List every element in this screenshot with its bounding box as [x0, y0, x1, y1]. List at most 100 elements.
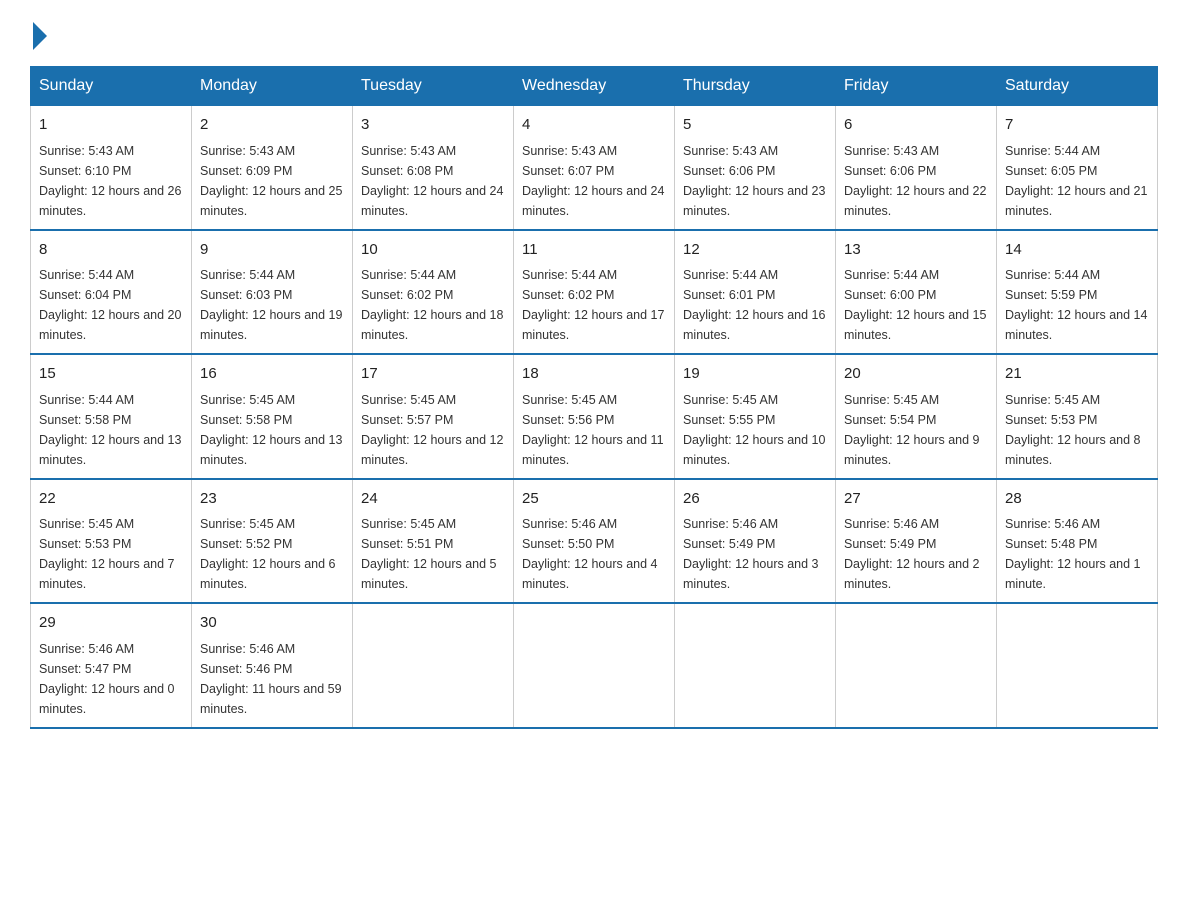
day-number: 11	[522, 239, 666, 262]
table-row: 7 Sunrise: 5:44 AMSunset: 6:05 PMDaylight…	[997, 106, 1158, 230]
day-number: 4	[522, 114, 666, 137]
day-info: Sunrise: 5:43 AMSunset: 6:06 PMDaylight:…	[844, 144, 986, 218]
table-row: 30Sunrise: 5:46 AMSunset: 5:46 PMDayligh…	[192, 603, 353, 728]
day-number: 7	[1005, 114, 1149, 137]
table-row: 17Sunrise: 5:45 AMSunset: 5:57 PMDayligh…	[353, 354, 514, 479]
day-number: 1	[39, 114, 183, 137]
day-info: Sunrise: 5:43 AMSunset: 6:08 PMDaylight:…	[361, 144, 503, 218]
day-number: 10	[361, 239, 505, 262]
day-number: 30	[200, 612, 344, 635]
day-number: 12	[683, 239, 827, 262]
day-info: Sunrise: 5:44 AMSunset: 5:59 PMDaylight:…	[1005, 268, 1147, 342]
day-number: 23	[200, 488, 344, 511]
day-number: 5	[683, 114, 827, 137]
table-row	[675, 603, 836, 728]
day-number: 17	[361, 363, 505, 386]
day-number: 6	[844, 114, 988, 137]
table-row: 27 Sunrise: 5:46 AMSunset: 5:49 PMDayligh…	[836, 479, 997, 604]
table-row: 6 Sunrise: 5:43 AMSunset: 6:06 PMDaylight…	[836, 106, 997, 230]
table-row: 26 Sunrise: 5:46 AMSunset: 5:49 PMDayligh…	[675, 479, 836, 604]
day-info: Sunrise: 5:44 AMSunset: 6:00 PMDaylight:…	[844, 268, 986, 342]
table-row: 22 Sunrise: 5:45 AMSunset: 5:53 PMDayligh…	[31, 479, 192, 604]
day-info: Sunrise: 5:45 AMSunset: 5:53 PMDaylight:…	[39, 517, 175, 591]
day-number: 27	[844, 488, 988, 511]
table-row: 4 Sunrise: 5:43 AMSunset: 6:07 PMDaylight…	[514, 106, 675, 230]
day-info: Sunrise: 5:43 AMSunset: 6:07 PMDaylight:…	[522, 144, 664, 218]
logo	[30, 20, 47, 46]
day-number: 26	[683, 488, 827, 511]
table-row: 10 Sunrise: 5:44 AMSunset: 6:02 PMDayligh…	[353, 230, 514, 355]
calendar-week-3: 15 Sunrise: 5:44 AMSunset: 5:58 PMDayligh…	[31, 354, 1158, 479]
table-row	[353, 603, 514, 728]
table-row: 24 Sunrise: 5:45 AMSunset: 5:51 PMDayligh…	[353, 479, 514, 604]
day-number: 18	[522, 363, 666, 386]
day-info: Sunrise: 5:45 AMSunset: 5:56 PMDaylight:…	[522, 393, 664, 467]
day-info: Sunrise: 5:44 AMSunset: 6:02 PMDaylight:…	[361, 268, 503, 342]
day-number: 19	[683, 363, 827, 386]
weekday-header-sunday: Sunday	[31, 67, 192, 106]
table-row: 3 Sunrise: 5:43 AMSunset: 6:08 PMDaylight…	[353, 106, 514, 230]
table-row: 13Sunrise: 5:44 AMSunset: 6:00 PMDayligh…	[836, 230, 997, 355]
day-number: 24	[361, 488, 505, 511]
day-number: 28	[1005, 488, 1149, 511]
table-row: 29 Sunrise: 5:46 AMSunset: 5:47 PMDayligh…	[31, 603, 192, 728]
table-row: 11 Sunrise: 5:44 AMSunset: 6:02 PMDayligh…	[514, 230, 675, 355]
calendar-week-4: 22 Sunrise: 5:45 AMSunset: 5:53 PMDayligh…	[31, 479, 1158, 604]
day-info: Sunrise: 5:45 AMSunset: 5:58 PMDaylight:…	[200, 393, 342, 467]
table-row: 25 Sunrise: 5:46 AMSunset: 5:50 PMDayligh…	[514, 479, 675, 604]
day-info: Sunrise: 5:45 AMSunset: 5:54 PMDaylight:…	[844, 393, 980, 467]
day-info: Sunrise: 5:43 AMSunset: 6:10 PMDaylight:…	[39, 144, 181, 218]
day-number: 15	[39, 363, 183, 386]
day-info: Sunrise: 5:46 AMSunset: 5:49 PMDaylight:…	[844, 517, 980, 591]
table-row: 1 Sunrise: 5:43 AMSunset: 6:10 PMDaylight…	[31, 106, 192, 230]
table-row: 12 Sunrise: 5:44 AMSunset: 6:01 PMDayligh…	[675, 230, 836, 355]
weekday-header-saturday: Saturday	[997, 67, 1158, 106]
day-info: Sunrise: 5:46 AMSunset: 5:49 PMDaylight:…	[683, 517, 819, 591]
calendar-table: SundayMondayTuesdayWednesdayThursdayFrid…	[30, 66, 1158, 729]
day-info: Sunrise: 5:45 AMSunset: 5:52 PMDaylight:…	[200, 517, 336, 591]
table-row: 9Sunrise: 5:44 AMSunset: 6:03 PMDaylight…	[192, 230, 353, 355]
day-number: 25	[522, 488, 666, 511]
day-info: Sunrise: 5:44 AMSunset: 6:01 PMDaylight:…	[683, 268, 825, 342]
day-number: 21	[1005, 363, 1149, 386]
day-info: Sunrise: 5:44 AMSunset: 6:05 PMDaylight:…	[1005, 144, 1147, 218]
day-number: 3	[361, 114, 505, 137]
day-number: 2	[200, 114, 344, 137]
table-row	[836, 603, 997, 728]
table-row	[997, 603, 1158, 728]
day-info: Sunrise: 5:44 AMSunset: 6:02 PMDaylight:…	[522, 268, 664, 342]
day-number: 16	[200, 363, 344, 386]
table-row: 28 Sunrise: 5:46 AMSunset: 5:48 PMDayligh…	[997, 479, 1158, 604]
table-row: 5 Sunrise: 5:43 AMSunset: 6:06 PMDaylight…	[675, 106, 836, 230]
weekday-header-wednesday: Wednesday	[514, 67, 675, 106]
weekday-header-row: SundayMondayTuesdayWednesdayThursdayFrid…	[31, 67, 1158, 106]
day-number: 20	[844, 363, 988, 386]
table-row: 21 Sunrise: 5:45 AMSunset: 5:53 PMDayligh…	[997, 354, 1158, 479]
day-info: Sunrise: 5:45 AMSunset: 5:53 PMDaylight:…	[1005, 393, 1141, 467]
day-info: Sunrise: 5:44 AMSunset: 5:58 PMDaylight:…	[39, 393, 181, 467]
weekday-header-tuesday: Tuesday	[353, 67, 514, 106]
calendar-week-1: 1 Sunrise: 5:43 AMSunset: 6:10 PMDaylight…	[31, 106, 1158, 230]
weekday-header-friday: Friday	[836, 67, 997, 106]
table-row: 16 Sunrise: 5:45 AMSunset: 5:58 PMDayligh…	[192, 354, 353, 479]
table-row: 19 Sunrise: 5:45 AMSunset: 5:55 PMDayligh…	[675, 354, 836, 479]
day-number: 8	[39, 239, 183, 262]
table-row: 14 Sunrise: 5:44 AMSunset: 5:59 PMDayligh…	[997, 230, 1158, 355]
day-number: 29	[39, 612, 183, 635]
weekday-header-thursday: Thursday	[675, 67, 836, 106]
calendar-week-2: 8 Sunrise: 5:44 AMSunset: 6:04 PMDaylight…	[31, 230, 1158, 355]
day-info: Sunrise: 5:46 AMSunset: 5:47 PMDaylight:…	[39, 642, 175, 716]
table-row: 23 Sunrise: 5:45 AMSunset: 5:52 PMDayligh…	[192, 479, 353, 604]
table-row: 2Sunrise: 5:43 AMSunset: 6:09 PMDaylight…	[192, 106, 353, 230]
table-row: 18 Sunrise: 5:45 AMSunset: 5:56 PMDayligh…	[514, 354, 675, 479]
day-info: Sunrise: 5:46 AMSunset: 5:50 PMDaylight:…	[522, 517, 658, 591]
day-number: 22	[39, 488, 183, 511]
day-info: Sunrise: 5:45 AMSunset: 5:51 PMDaylight:…	[361, 517, 497, 591]
day-info: Sunrise: 5:46 AMSunset: 5:48 PMDaylight:…	[1005, 517, 1141, 591]
table-row: 15 Sunrise: 5:44 AMSunset: 5:58 PMDayligh…	[31, 354, 192, 479]
day-info: Sunrise: 5:43 AMSunset: 6:06 PMDaylight:…	[683, 144, 825, 218]
table-row: 8 Sunrise: 5:44 AMSunset: 6:04 PMDaylight…	[31, 230, 192, 355]
day-number: 14	[1005, 239, 1149, 262]
day-info: Sunrise: 5:45 AMSunset: 5:55 PMDaylight:…	[683, 393, 825, 467]
day-info: Sunrise: 5:44 AMSunset: 6:04 PMDaylight:…	[39, 268, 181, 342]
